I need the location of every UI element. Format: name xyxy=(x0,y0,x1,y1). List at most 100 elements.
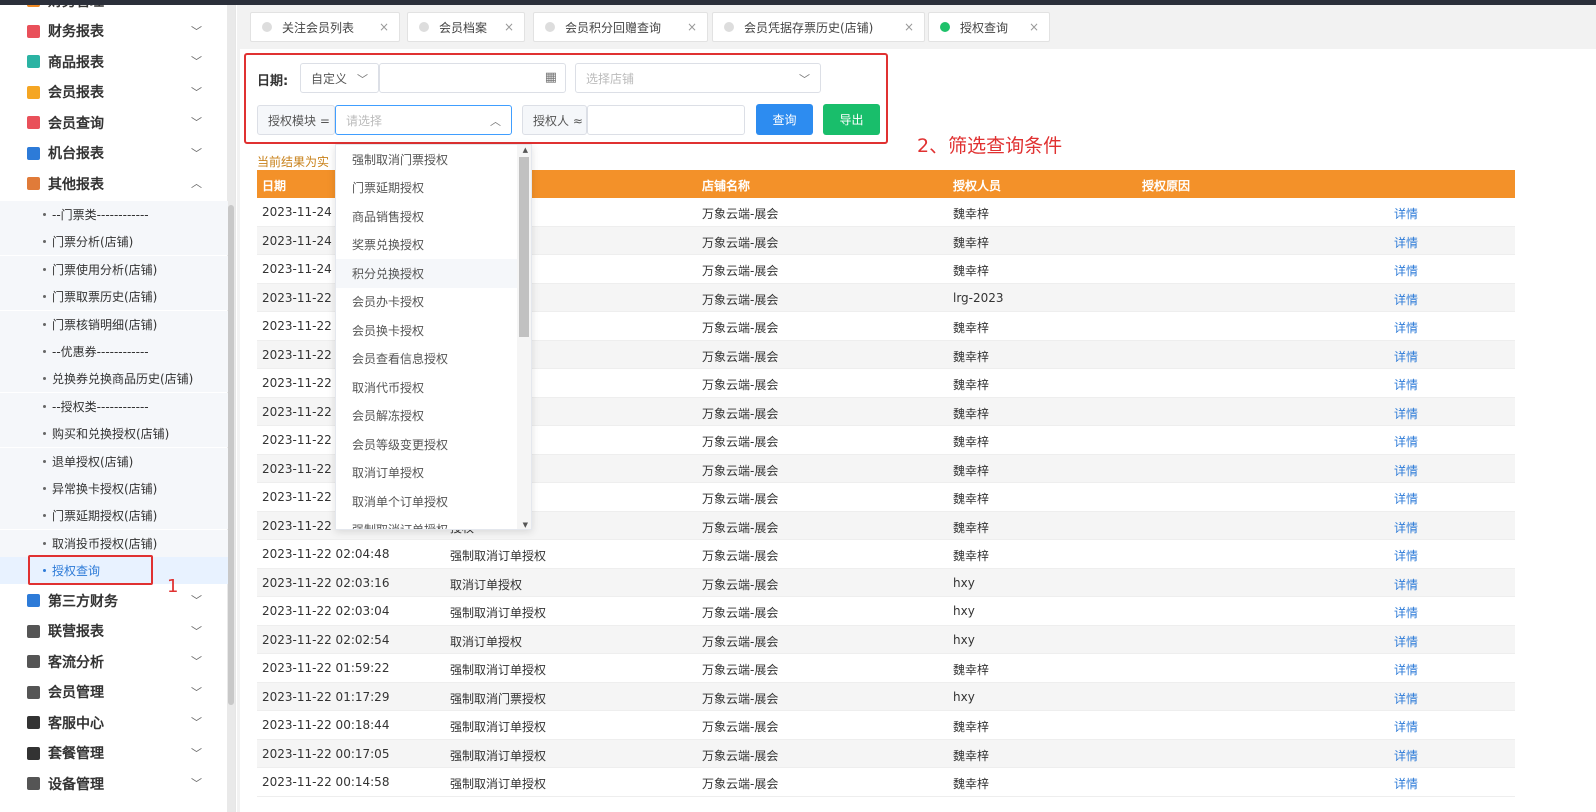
dropdown-option[interactable]: 取消单个订单授权 xyxy=(336,487,519,516)
detail-link[interactable]: 详情 xyxy=(1394,718,1418,735)
detail-link[interactable]: 详情 xyxy=(1394,633,1418,650)
detail-link[interactable]: 详情 xyxy=(1394,433,1418,450)
sidebar-subitem[interactable]: 门票取票历史(店铺) xyxy=(0,283,228,311)
close-icon[interactable]: × xyxy=(687,20,697,34)
detail-link[interactable]: 详情 xyxy=(1394,262,1418,279)
dropdown-option[interactable]: 会员等级变更授权 xyxy=(336,430,519,459)
sidebar-item-main_items-6[interactable]: 其他报表 ︿ xyxy=(0,168,228,199)
detail-link[interactable]: 详情 xyxy=(1394,462,1418,479)
tab-1[interactable]: 会员档案 × xyxy=(407,12,525,42)
sidebar-subitem[interactable]: 退单授权(店铺) xyxy=(0,447,228,475)
detail-link[interactable]: 详情 xyxy=(1394,519,1418,536)
sidebar-item-main_items-1[interactable]: 财务报表 ﹀ xyxy=(0,16,228,47)
tab-0[interactable]: 关注会员列表 × xyxy=(250,12,400,42)
detail-link[interactable]: 详情 xyxy=(1394,547,1418,564)
wrench-icon xyxy=(27,777,40,790)
dropdown-option[interactable]: 商品销售授权 xyxy=(336,202,519,231)
cell-store: 万象云端-展会 xyxy=(702,406,779,421)
cell-date: 2023-11-22 00:14:58 xyxy=(262,775,390,789)
dropdown-option[interactable]: 强制取消门票授权 xyxy=(336,145,519,174)
sidebar-subitem-label: 取消投币授权(店铺) xyxy=(52,536,158,551)
dropdown-option[interactable]: 积分兑换授权 xyxy=(336,259,519,288)
detail-link[interactable]: 详情 xyxy=(1394,291,1418,308)
dropdown-option[interactable]: 奖票兑换授权 xyxy=(336,231,519,260)
finance-report-icon xyxy=(27,24,40,38)
tab-2[interactable]: 会员积分回赠查询 × xyxy=(533,12,708,42)
sidebar-item-lower_items-2[interactable]: 客流分析 ﹀ xyxy=(0,646,228,677)
detail-link[interactable]: 详情 xyxy=(1394,604,1418,621)
dropdown-option[interactable]: 门票延期授权 xyxy=(336,174,519,203)
detail-link[interactable]: 详情 xyxy=(1394,661,1418,678)
sidebar-scrollbar[interactable] xyxy=(227,5,235,812)
sidebar-subitem[interactable]: 兑换券兑换商品历史(店铺) xyxy=(0,365,228,393)
dropdown-option[interactable]: 取消订单授权 xyxy=(336,459,519,488)
sidebar-subitem[interactable]: 门票延期授权(店铺) xyxy=(0,502,228,530)
bullet-icon xyxy=(43,295,46,299)
dropdown-option[interactable]: 强制取消订单授权 xyxy=(336,516,519,529)
cell-module: 强制取消订单授权 xyxy=(450,748,547,763)
table-row: 2023-11-22 02:03:04 强制取消订单授权 万象云端-展会 hxy 详情 xyxy=(257,597,1515,626)
detail-link[interactable]: 详情 xyxy=(1394,690,1418,707)
tab-label: 会员档案 xyxy=(439,20,488,35)
detail-link[interactable]: 详情 xyxy=(1394,747,1418,764)
sidebar-subitem-label: 异常换卡授权(店铺) xyxy=(52,482,158,496)
chevron-down-icon: ﹀ xyxy=(191,716,202,729)
sidebar-item-main_items-2[interactable]: 商品报表 ﹀ xyxy=(0,46,228,77)
close-icon[interactable]: × xyxy=(379,20,389,34)
sidebar-subitem[interactable]: 门票使用分析(店铺) xyxy=(0,255,228,283)
sidebar-item-label: 会员报表 xyxy=(48,85,104,101)
detail-link[interactable]: 详情 xyxy=(1394,405,1418,422)
detail-link[interactable]: 详情 xyxy=(1394,576,1418,593)
close-icon[interactable]: × xyxy=(1029,20,1039,34)
sidebar-item-main_items-0[interactable]: 财务管理 ﹀ xyxy=(0,5,228,16)
bullet-icon xyxy=(43,487,46,490)
member-report-icon xyxy=(27,85,40,99)
sidebar-subitem[interactable]: --授权类------------ xyxy=(0,392,228,420)
sidebar-item-lower_items-5[interactable]: 套餐管理 ﹀ xyxy=(0,738,228,769)
dropdown-option[interactable]: 会员解冻授权 xyxy=(336,402,519,431)
detail-link[interactable]: 详情 xyxy=(1394,490,1418,507)
sidebar-scrollbar-thumb[interactable] xyxy=(228,205,234,705)
sidebar-item-label: 其他报表 xyxy=(48,176,104,193)
dropdown-scrollbar[interactable]: ▲ ▼ xyxy=(517,145,531,529)
dropdown-option[interactable]: 取消代币授权 xyxy=(336,373,519,402)
sidebar-subitem[interactable]: --优惠券------------ xyxy=(0,338,228,365)
sidebar-subitem[interactable]: --门票类------------ xyxy=(0,201,228,228)
sidebar-item-main_items-5[interactable]: 机台报表 ﹀ xyxy=(0,138,228,169)
close-icon[interactable]: × xyxy=(904,20,914,34)
col-date: 日期 xyxy=(262,179,287,193)
detail-link[interactable]: 详情 xyxy=(1394,205,1418,222)
sidebar-item-lower_items-6[interactable]: 设备管理 ﹀ xyxy=(0,768,228,799)
sidebar-subitem[interactable]: 门票分析(店铺) xyxy=(0,228,228,256)
sidebar-item-label: 设备管理 xyxy=(48,776,104,793)
dropdown-option[interactable]: 会员查看信息授权 xyxy=(336,345,519,374)
sidebar-item-lower_items-1[interactable]: 联营报表 ﹀ xyxy=(0,616,228,647)
close-icon[interactable]: × xyxy=(504,20,514,34)
detail-link[interactable]: 详情 xyxy=(1394,376,1418,393)
dropdown-option[interactable]: 会员换卡授权 xyxy=(336,316,519,345)
scroll-down-icon[interactable]: ▼ xyxy=(523,521,528,529)
sidebar-item-label: 联营报表 xyxy=(48,624,104,640)
dropdown-scrollbar-thumb[interactable] xyxy=(519,157,529,337)
detail-link[interactable]: 详情 xyxy=(1394,348,1418,365)
sidebar-subitem[interactable]: 购买和兑换授权(店铺) xyxy=(0,420,228,448)
sidebar-item-main_items-3[interactable]: 会员报表 ﹀ xyxy=(0,77,228,108)
cell-store: 万象云端-展会 xyxy=(702,321,779,335)
sidebar-item-lower_items-4[interactable]: 客服中心 ﹀ xyxy=(0,707,228,738)
cell-store: 万象云端-展会 xyxy=(702,292,779,307)
sidebar-subitem[interactable]: 异常换卡授权(店铺) xyxy=(0,475,228,502)
tab-4[interactable]: 授权查询 × xyxy=(928,12,1050,42)
detail-link[interactable]: 详情 xyxy=(1394,234,1418,251)
detail-link[interactable]: 详情 xyxy=(1394,319,1418,336)
sidebar-subitem[interactable]: 门票核销明细(店铺) xyxy=(0,310,228,338)
sidebar-subitem[interactable]: 取消投币授权(店铺) xyxy=(0,529,228,557)
scroll-up-icon[interactable]: ▲ xyxy=(523,146,528,154)
dropdown-option[interactable]: 会员办卡授权 xyxy=(336,288,519,317)
sidebar-item-lower_items-3[interactable]: 会员管理 ﹀ xyxy=(0,677,228,708)
cell-module: 强制取消订单授权 xyxy=(450,663,547,677)
sidebar-item-lower_items-0[interactable]: 第三方财务 ﹀ xyxy=(0,585,228,616)
sidebar-item-main_items-4[interactable]: 会员查询 ﹀ xyxy=(0,107,228,138)
detail-link[interactable]: 详情 xyxy=(1394,775,1418,792)
tab-3[interactable]: 会员凭据存票历史(店铺) × xyxy=(712,12,925,42)
cell-store: 万象云端-展会 xyxy=(702,378,779,392)
